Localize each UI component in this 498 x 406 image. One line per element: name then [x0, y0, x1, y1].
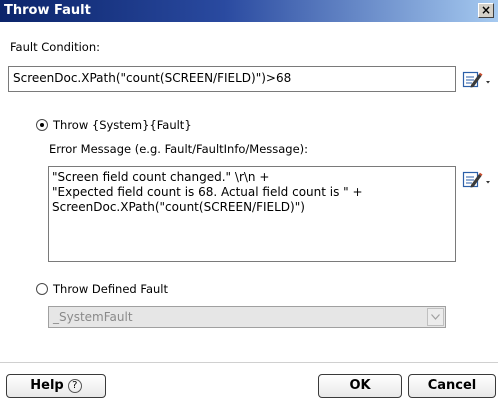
help-button[interactable]: Help?	[6, 374, 106, 398]
fault-condition-input[interactable]: ScreenDoc.XPath("count(SCREEN/FIELD)")>6…	[8, 66, 456, 92]
throw-defined-fault-radio[interactable]: Throw Defined Fault	[36, 282, 168, 296]
chevron-down-icon	[486, 181, 490, 184]
ok-button[interactable]: OK	[318, 374, 402, 398]
chevron-down-icon	[486, 81, 490, 84]
window-title: Throw Fault	[4, 3, 91, 18]
expression-editor-icon	[462, 171, 490, 188]
help-button-label: Help	[30, 378, 64, 393]
error-message-textarea[interactable]: "Screen field count changed." \r\n + "Ex…	[48, 166, 456, 262]
footer-separator	[0, 362, 498, 363]
throw-system-fault-radio[interactable]: Throw {System}{Fault}	[36, 118, 192, 132]
cancel-button[interactable]: Cancel	[408, 374, 496, 398]
throw-defined-fault-label: Throw Defined Fault	[53, 282, 168, 296]
defined-fault-select[interactable]: _SystemFault	[48, 306, 446, 328]
dialog-body: Fault Condition: ScreenDoc.XPath("count(…	[0, 22, 498, 406]
defined-fault-select-value: _SystemFault	[53, 310, 133, 324]
close-icon: ×	[480, 3, 492, 17]
fault-condition-label: Fault Condition:	[10, 40, 101, 54]
chevron-down-icon[interactable]	[427, 308, 444, 326]
fault-condition-editor-button[interactable]	[462, 70, 492, 90]
help-icon: ?	[67, 379, 82, 393]
title-bar: Throw Fault ×	[0, 0, 498, 22]
expression-editor-icon	[462, 71, 490, 88]
close-button[interactable]: ×	[478, 3, 494, 18]
error-message-editor-button[interactable]	[462, 170, 492, 190]
radio-unselected-indicator[interactable]	[36, 283, 48, 295]
radio-selected-indicator[interactable]	[36, 119, 48, 131]
error-message-label: Error Message (e.g. Fault/FaultInfo/Mess…	[49, 142, 309, 156]
throw-system-fault-label: Throw {System}{Fault}	[53, 118, 192, 132]
